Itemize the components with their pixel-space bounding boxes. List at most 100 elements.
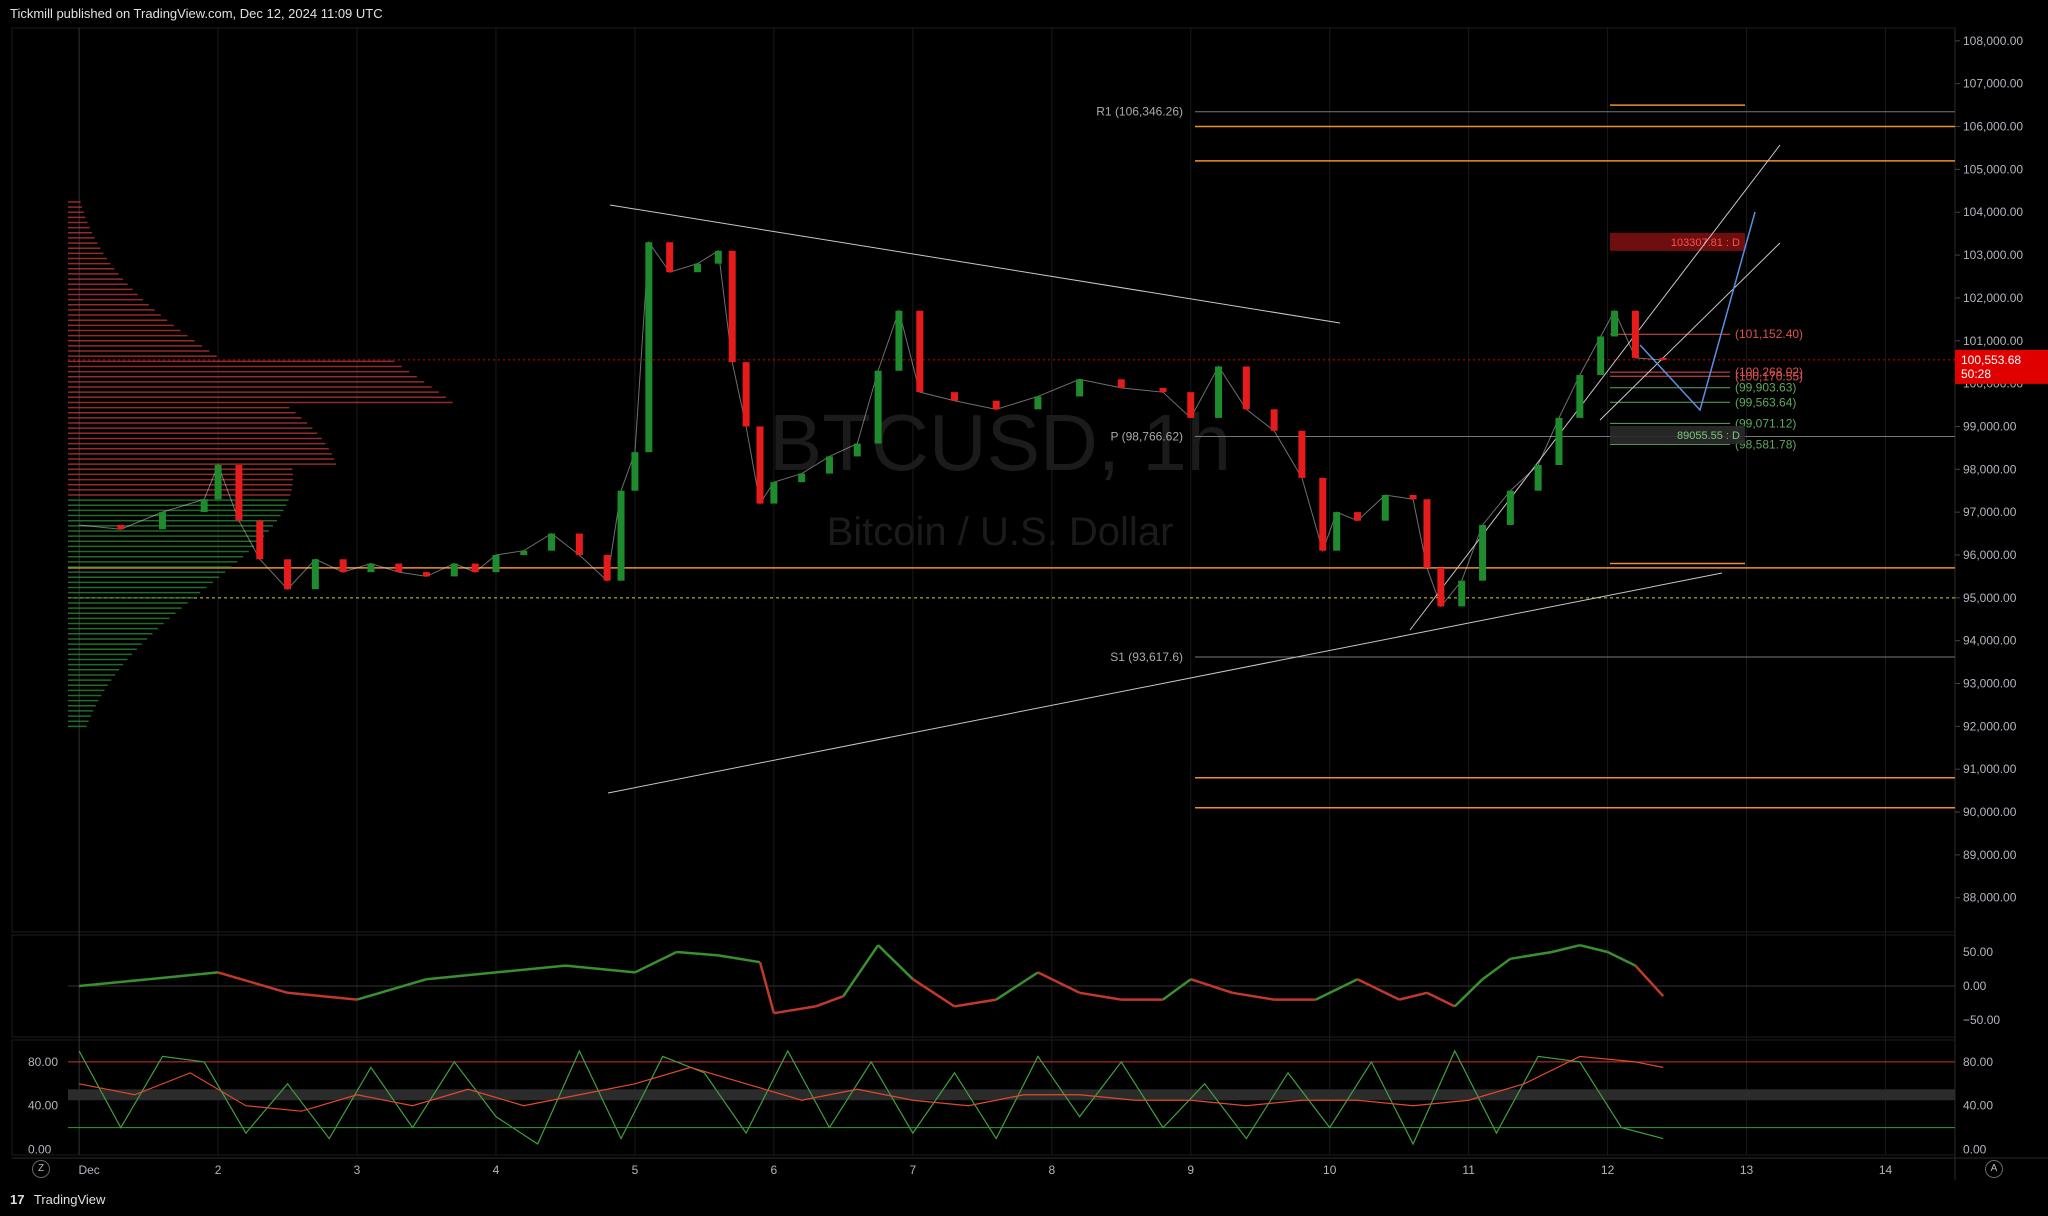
price-candle bbox=[423, 572, 431, 577]
osc-series-segment bbox=[718, 954, 761, 964]
x-tick-label: 11 bbox=[1462, 1163, 1475, 1177]
price-candle bbox=[992, 400, 1000, 410]
y-tick-label: 101,000.00 bbox=[1963, 334, 2023, 348]
price-candle bbox=[1659, 357, 1667, 361]
price-candle bbox=[895, 310, 903, 371]
y-tick-label: 90,000.00 bbox=[1963, 805, 2017, 819]
osc-series-segment bbox=[217, 971, 288, 994]
price-candle bbox=[1034, 396, 1042, 410]
price-candle bbox=[693, 263, 701, 273]
price-candle bbox=[1270, 409, 1278, 431]
y-tick-label: 99,000.00 bbox=[1963, 419, 2017, 433]
price-candle bbox=[951, 392, 959, 401]
stoch-y-tick-label-left: 40.00 bbox=[28, 1099, 58, 1113]
osc-series-segment bbox=[1551, 943, 1581, 954]
price-candle bbox=[1215, 366, 1223, 418]
trend-line bbox=[607, 572, 1723, 794]
price-candle bbox=[1381, 494, 1389, 521]
y-tick-label: 98,000.00 bbox=[1963, 462, 2017, 476]
footer: 17 TradingView bbox=[0, 1184, 2048, 1216]
price-candle bbox=[1242, 366, 1250, 410]
price-candle bbox=[1423, 499, 1431, 568]
price-candle bbox=[339, 559, 347, 573]
price-candle bbox=[450, 563, 458, 577]
price-candle bbox=[1159, 387, 1167, 393]
x-tick-label: Dec bbox=[78, 1163, 99, 1177]
x-tick-label: 4 bbox=[493, 1163, 500, 1177]
x-tick-label: 9 bbox=[1187, 1163, 1194, 1177]
x-tick-label: 7 bbox=[909, 1163, 916, 1177]
price-candle bbox=[1597, 336, 1605, 376]
price-candle bbox=[548, 533, 556, 551]
price-candle bbox=[1555, 417, 1563, 466]
price-candle bbox=[742, 362, 750, 427]
price-candle bbox=[575, 533, 583, 555]
osc-series-segment bbox=[954, 998, 997, 1008]
y-tick-label: 97,000.00 bbox=[1963, 505, 2017, 519]
osc-series-segment bbox=[1356, 978, 1400, 1001]
price-candle bbox=[1187, 392, 1195, 418]
osc-y-tick-label: −50.00 bbox=[1963, 1013, 2000, 1027]
y-tick-label: 103,000.00 bbox=[1963, 248, 2023, 262]
x-tick-label: 6 bbox=[771, 1163, 778, 1177]
osc-series-segment bbox=[1426, 991, 1456, 1008]
y-tick-label: 107,000.00 bbox=[1963, 77, 2023, 91]
x-tick-label: 5 bbox=[632, 1163, 639, 1177]
osc-series-segment bbox=[815, 995, 844, 1008]
osc-series-segment bbox=[495, 964, 566, 974]
osc-series-segment bbox=[1607, 950, 1636, 967]
price-candle bbox=[631, 452, 639, 491]
x-tick-label: 14 bbox=[1879, 1163, 1893, 1177]
y-tick-label: 91,000.00 bbox=[1963, 762, 2017, 776]
btcusd-chart[interactable]: Dec 2 3 4 5 6 7 8 9 10 11 12 13 14BTCUSD, 1hBitcoin /… bbox=[0, 0, 2048, 1216]
auto-scale-button[interactable]: A bbox=[1985, 1160, 2003, 1178]
osc-series-segment bbox=[842, 944, 880, 997]
x-tick-label: 13 bbox=[1740, 1163, 1754, 1177]
osc-series-segment bbox=[1579, 943, 1608, 954]
stoch-y-tick-label-left: 80.00 bbox=[28, 1055, 58, 1069]
price-candle bbox=[158, 512, 166, 530]
stoch-y-tick-label-right: 40.00 bbox=[1963, 1099, 1993, 1113]
osc-series-segment bbox=[877, 944, 914, 981]
y-tick-label: 92,000.00 bbox=[1963, 719, 2017, 733]
osc-series-segment bbox=[148, 971, 219, 981]
price-candle bbox=[853, 443, 861, 457]
y-tick-label: 108,000.00 bbox=[1963, 34, 2023, 48]
price-candle bbox=[714, 250, 722, 264]
price-candle bbox=[916, 310, 924, 393]
price-candle bbox=[825, 456, 833, 474]
price-candle bbox=[1576, 375, 1584, 418]
tradingview-logo-icon: 17 bbox=[10, 1192, 25, 1207]
y-tick-label: 104,000.00 bbox=[1963, 205, 2023, 219]
price-candle bbox=[235, 465, 243, 521]
osc-series-segment bbox=[1232, 991, 1275, 1001]
osc-series-segment bbox=[565, 964, 636, 974]
scale-z-button[interactable]: Z bbox=[32, 1160, 50, 1178]
level-tag-label: 89055.55 : D bbox=[1677, 430, 1740, 442]
price-candle bbox=[770, 482, 778, 504]
y-tick-label: 89,000.00 bbox=[1963, 848, 2017, 862]
stoch-mid-band bbox=[68, 1089, 1955, 1101]
y-tick-label: 88,000.00 bbox=[1963, 891, 2017, 905]
price-candle bbox=[1117, 379, 1125, 388]
target-level-label: (101,152.40) bbox=[1735, 327, 1803, 341]
price-candle bbox=[1506, 490, 1514, 525]
osc-series-segment bbox=[287, 991, 358, 1001]
osc-series-segment bbox=[1315, 978, 1359, 1001]
price-candle bbox=[492, 554, 500, 573]
price-candle bbox=[1437, 567, 1445, 607]
price-candle bbox=[395, 563, 403, 573]
target-level-label: (99,563.64) bbox=[1735, 395, 1796, 409]
osc-series-segment bbox=[634, 950, 678, 974]
osc-series-segment bbox=[1510, 950, 1553, 961]
osc-series-segment bbox=[1634, 964, 1665, 998]
price-candle bbox=[1353, 512, 1361, 521]
pivot-level-label: R1 (106,346.26) bbox=[1096, 105, 1183, 119]
price-candle bbox=[874, 370, 882, 444]
price-candle bbox=[1298, 430, 1306, 478]
osc-series-segment bbox=[78, 977, 149, 988]
price-candle bbox=[1319, 477, 1327, 551]
price-candle bbox=[1631, 310, 1639, 358]
osc-y-tick-label: 50.00 bbox=[1963, 945, 1993, 959]
price-candle bbox=[311, 559, 319, 590]
